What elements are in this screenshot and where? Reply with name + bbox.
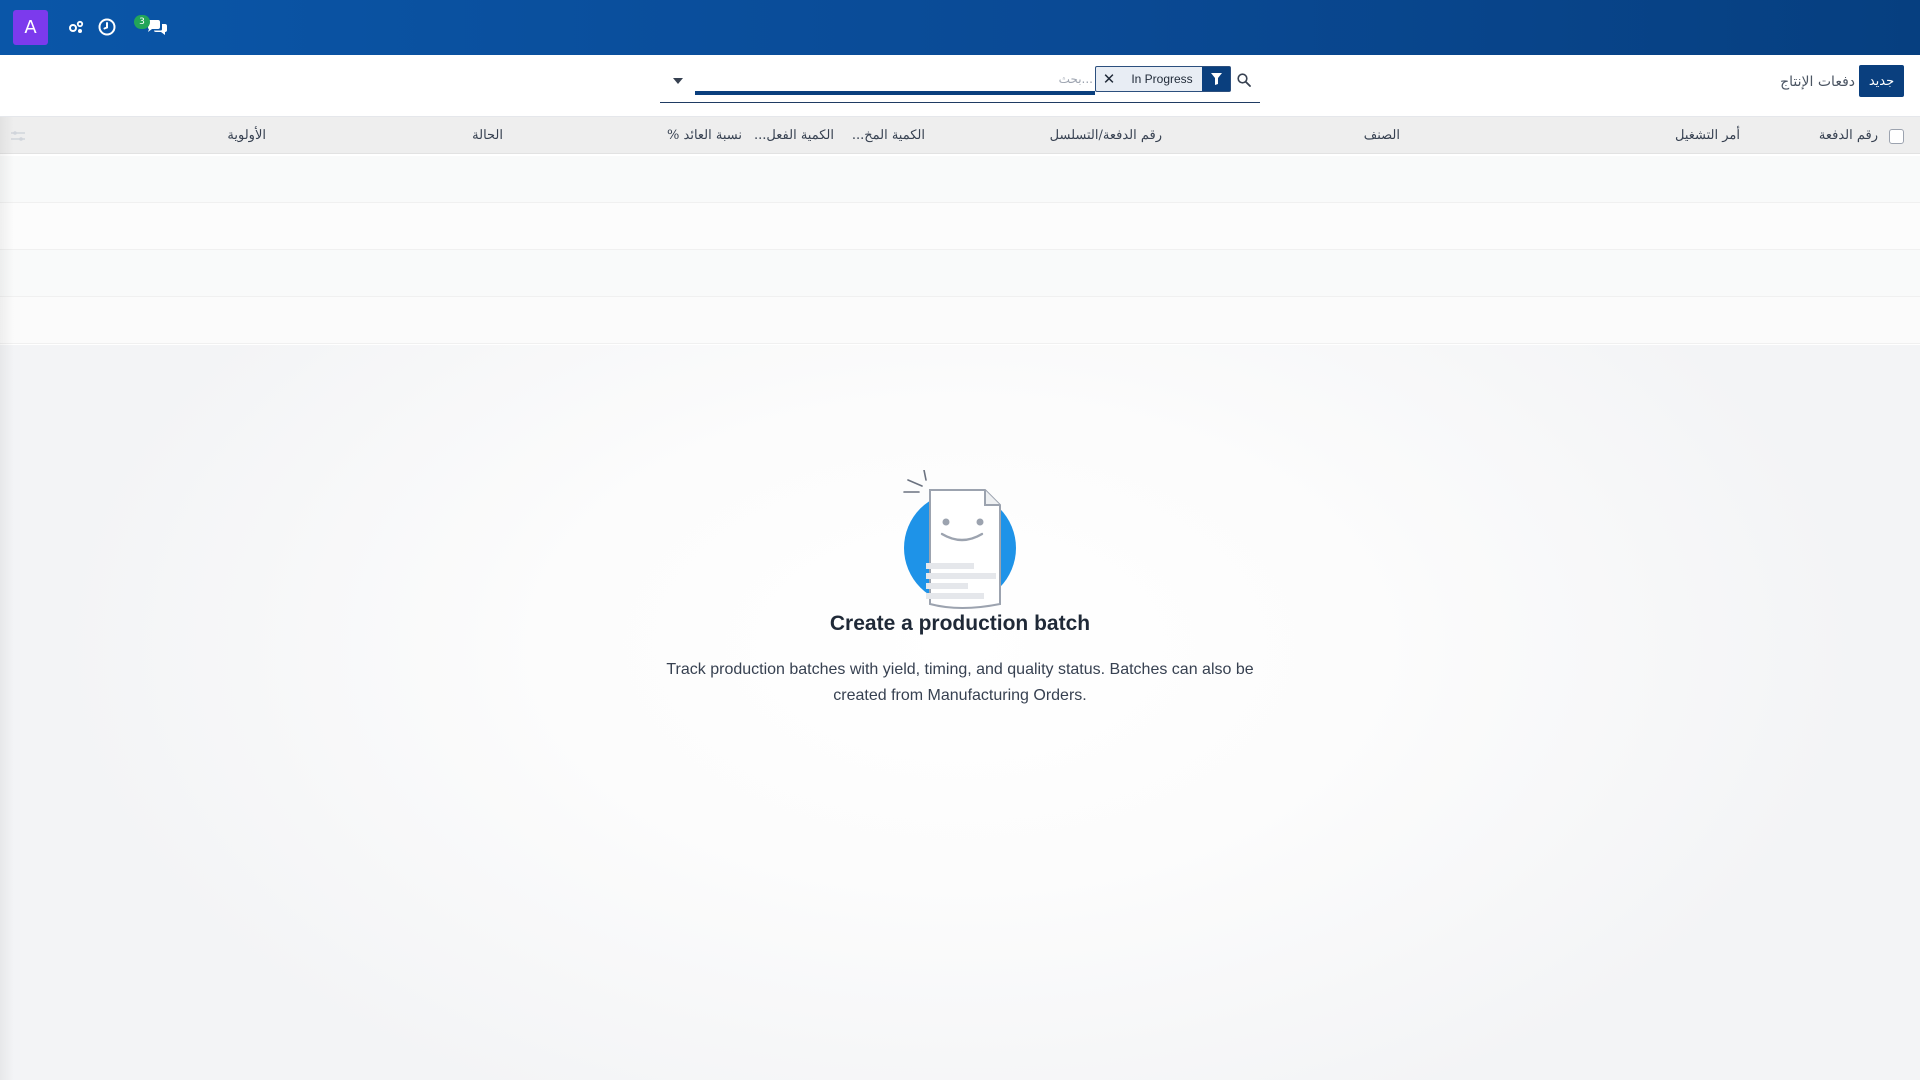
empty-state-text: Track production batches with yield, tim… (666, 661, 1254, 704)
filter-icon (1202, 67, 1230, 91)
left-shadow (0, 117, 14, 1080)
page-title: دفعات الإنتاج (1780, 74, 1855, 90)
empty-document-illustration (900, 469, 1020, 610)
facet-remove-icon[interactable]: ✕ (1096, 67, 1122, 91)
activity-icon[interactable] (65, 16, 87, 38)
facet-value: In Progress (1131, 72, 1193, 86)
column-lot-serial[interactable]: رقم الدفعة/التسلسل (1040, 117, 1162, 154)
empty-state-title: Create a production batch (829, 612, 1091, 635)
messages-badge: 3 (134, 15, 150, 29)
search-icon[interactable] (1235, 71, 1253, 89)
user-avatar[interactable]: A (13, 10, 48, 45)
search-input[interactable] (695, 67, 1095, 95)
search-panel: ✕ In Progress (660, 63, 1260, 103)
search-facet: ✕ In Progress (1095, 66, 1231, 92)
column-item[interactable]: الصنف (1300, 117, 1400, 154)
empty-row (0, 297, 1920, 344)
column-priority[interactable]: الأولوية (180, 117, 266, 154)
column-planned-qty[interactable]: الكمية المخ... (840, 117, 925, 154)
search-options-toggle[interactable] (666, 69, 690, 93)
list-header: رقم الدفعة أمر التشغيل الصنف رقم الدفعة/… (0, 117, 1920, 154)
top-navbar: A 3 (0, 0, 1920, 55)
new-button[interactable]: جديد (1859, 65, 1904, 97)
column-batch-number[interactable]: رقم الدفعة (1800, 117, 1878, 154)
control-panel: جديد دفعات الإنتاج ✕ In Progress (0, 55, 1920, 117)
clock-icon[interactable] (96, 16, 118, 38)
empty-row (0, 156, 1920, 203)
column-work-order[interactable]: أمر التشغيل (1560, 117, 1740, 154)
column-actual-qty[interactable]: الكمية الفعل... (750, 117, 834, 154)
column-status[interactable]: الحالة (420, 117, 503, 154)
column-yield-pct[interactable]: نسبة العائد % (660, 117, 742, 154)
empty-row (0, 203, 1920, 250)
select-all-checkbox[interactable] (1889, 129, 1904, 144)
empty-row (0, 250, 1920, 297)
